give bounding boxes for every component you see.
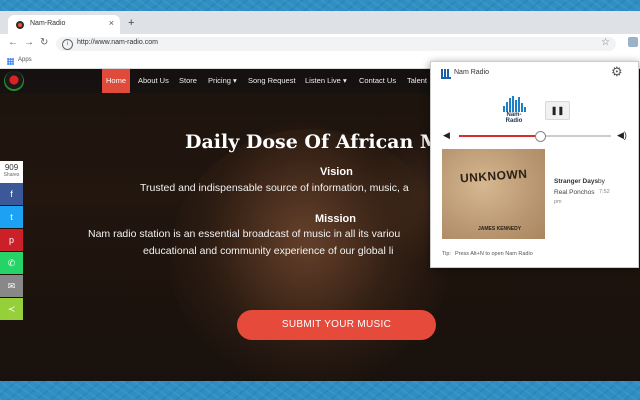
nam-radio-extension-icon[interactable]: [628, 37, 638, 47]
browser-window: Nam-Radio × + ← → ↻ i http://www.nam-rad…: [0, 11, 640, 381]
track-artist: Real Ponchos: [554, 189, 595, 196]
mission-text-line-2: educational and community experience of …: [143, 245, 394, 257]
tab-strip: Nam-Radio × +: [0, 11, 640, 34]
share-count-label: Shares: [3, 172, 20, 178]
mission-heading: Mission: [315, 213, 356, 225]
site-info-icon[interactable]: i: [62, 39, 73, 50]
new-tab-button[interactable]: +: [128, 17, 134, 29]
share-count: 909 Shares: [0, 161, 23, 183]
equalizer-bars-icon: [499, 96, 529, 112]
mission-text-line-1: Nam radio station is an essential broadc…: [88, 228, 401, 240]
track-by: by: [598, 178, 605, 185]
popup-title: Nam Radio: [454, 69, 490, 76]
submit-music-button[interactable]: SUBMIT YOUR MUSIC: [237, 310, 436, 340]
volume-low-icon[interactable]: ◀: [443, 130, 450, 141]
apps-bookmark[interactable]: Apps: [18, 57, 32, 63]
tab-nam-radio[interactable]: Nam-Radio ×: [8, 15, 120, 34]
vision-heading: Vision: [320, 166, 353, 178]
tip-text: Press Alt+N to open Nam Radio: [454, 251, 533, 257]
reload-button[interactable]: ↻: [40, 37, 48, 48]
volume-slider-thumb[interactable]: [534, 131, 546, 142]
address-bar[interactable]: i http://www.nam-radio.com ☆: [56, 37, 616, 51]
volume-slider[interactable]: [459, 131, 611, 142]
track-time: 7:52: [599, 189, 610, 195]
volume-slider-fill: [459, 135, 540, 137]
browser-toolbar: ← → ↻ i http://www.nam-radio.com ☆: [0, 34, 640, 54]
album-art: UNKNOWN JAMES KENNEDY: [442, 149, 545, 239]
forward-button[interactable]: →: [24, 37, 34, 48]
track-time-suffix: pm: [554, 199, 562, 205]
menu-listen-live[interactable]: Listen Live ▾: [301, 69, 351, 93]
tab-close-icon[interactable]: ×: [109, 18, 114, 28]
back-button[interactable]: ←: [8, 37, 18, 48]
vision-text: Trusted and indispensable source of info…: [140, 182, 409, 194]
menu-about-us[interactable]: About Us: [134, 69, 173, 93]
menu-home[interactable]: Home: [102, 69, 131, 93]
settings-gear-icon[interactable]: ⚙: [611, 64, 623, 80]
nam-radio-popup: Nam Radio ⚙ Nam-Radio ❚❚ ◀ ◀) UNKNOWN JA…: [430, 61, 639, 268]
album-art-title: UNKNOWN: [459, 166, 528, 186]
whatsapp-share-button[interactable]: ✆: [0, 252, 23, 274]
menu-talent[interactable]: Talent: [403, 69, 431, 93]
bookmark-star-icon[interactable]: ☆: [601, 37, 610, 48]
volume-high-icon[interactable]: ◀): [617, 130, 627, 141]
email-share-button[interactable]: ✉: [0, 275, 23, 297]
pinterest-share-button[interactable]: p: [0, 229, 23, 251]
logo-text: Nam-Radio: [505, 112, 523, 124]
tab-title: Nam-Radio: [30, 20, 66, 27]
menu-store[interactable]: Store: [175, 69, 201, 93]
menu-pricing[interactable]: Pricing ▾: [204, 69, 241, 93]
sharethis-share-button[interactable]: ≺: [0, 298, 23, 320]
apps-grid-icon[interactable]: [7, 58, 14, 65]
url-text[interactable]: http://www.nam-radio.com: [77, 39, 158, 46]
favicon-icon: [16, 21, 24, 29]
facebook-share-button[interactable]: f: [0, 183, 23, 205]
share-count-number: 909: [4, 163, 19, 172]
menu-contact-us[interactable]: Contact Us: [355, 69, 400, 93]
track-title: Stranger Days: [554, 178, 599, 185]
nam-radio-logo: Nam-Radio: [499, 96, 529, 124]
twitter-share-button[interactable]: t: [0, 206, 23, 228]
tip-label: Tip:: [442, 251, 451, 257]
album-art-artist: JAMES KENNEDY: [478, 226, 522, 232]
popup-tip: Tip: Press Alt+N to open Nam Radio: [442, 251, 533, 257]
menu-song-request[interactable]: Song Request: [244, 69, 300, 93]
radio-equalizer-icon: [441, 69, 451, 79]
pause-button[interactable]: ❚❚: [545, 101, 570, 120]
site-logo[interactable]: [4, 71, 24, 91]
hero-title: Daily Dose Of African M: [185, 131, 441, 153]
